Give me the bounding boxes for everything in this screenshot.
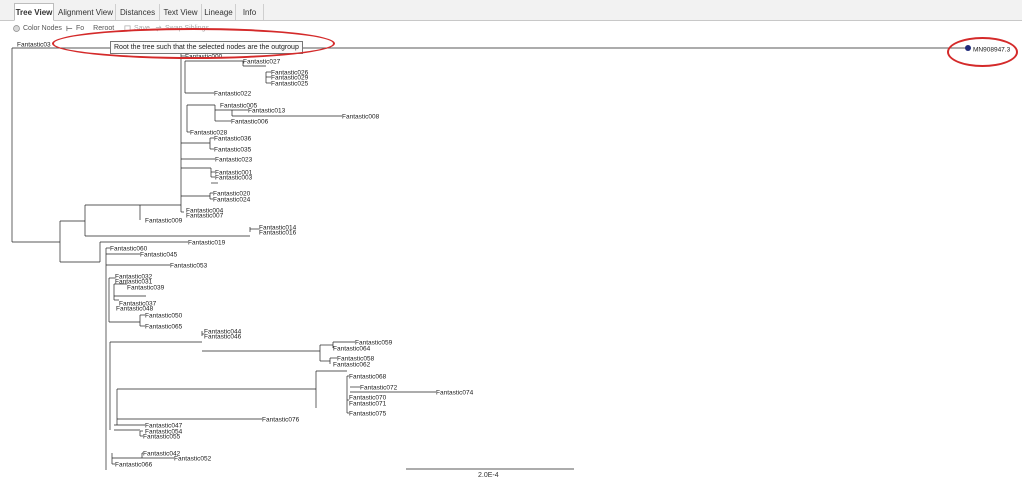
leaf-label[interactable]: Fantastic045 (140, 251, 178, 258)
leaf-label[interactable]: Fantastic062 (333, 361, 371, 368)
leaf-label[interactable]: Fantastic074 (436, 389, 474, 396)
phylogenetic-tree[interactable]: Fantastic000Fantastic027Fantastic026Fant… (0, 0, 1022, 481)
leaf-label[interactable]: Fantastic035 (214, 146, 252, 153)
leaf-label[interactable]: Fantastic046 (204, 333, 242, 340)
leaf-label[interactable]: Fantastic006 (231, 118, 269, 125)
leaf-label[interactable]: Fantastic036 (214, 135, 252, 142)
leaf-label[interactable]: Fantastic000 (185, 53, 223, 60)
leaf-label[interactable]: Fantastic023 (215, 156, 253, 163)
leaf-label[interactable]: Fantastic016 (259, 229, 297, 236)
leaf-label[interactable]: Fantastic050 (145, 312, 183, 319)
leaf-label[interactable]: Fantastic007 (186, 212, 224, 219)
leaf-label[interactable]: Fantastic076 (262, 416, 300, 423)
leaf-label[interactable]: Fantastic003 (215, 174, 253, 181)
leaf-label[interactable]: Fantastic053 (170, 262, 208, 269)
scale-bar-label: 2.0E-4 (478, 472, 499, 479)
selected-node-marker[interactable] (965, 45, 971, 51)
leaf-label[interactable]: Fantastic068 (349, 373, 387, 380)
leaf-label[interactable]: Fantastic065 (145, 323, 183, 330)
leaf-label[interactable]: Fantastic064 (333, 345, 371, 352)
leaf-label[interactable]: MN908947.3 (973, 46, 1011, 53)
leaf-label[interactable]: Fantastic009 (145, 217, 183, 224)
leaf-label[interactable]: Fantastic022 (214, 90, 252, 97)
leaf-label[interactable]: Fantastic066 (115, 461, 153, 468)
leaf-label[interactable]: Fantastic075 (349, 410, 387, 417)
leaf-label[interactable]: Fantastic027 (243, 58, 281, 65)
leaf-label[interactable]: Fantastic048 (116, 305, 154, 312)
leaf-label[interactable]: Fantastic072 (360, 384, 398, 391)
leaf-label[interactable]: Fantastic071 (349, 400, 387, 407)
leaf-label[interactable]: Fantastic019 (188, 239, 226, 246)
leaf-label[interactable]: Fantastic052 (174, 455, 212, 462)
leaf-label[interactable]: Fantastic03 (17, 41, 51, 48)
leaf-label[interactable]: Fantastic039 (127, 284, 165, 291)
leaf-label[interactable]: Fantastic055 (143, 433, 181, 440)
leaf-label[interactable]: Fantastic013 (248, 107, 286, 114)
leaf-label[interactable]: Fantastic025 (271, 80, 309, 87)
leaf-label[interactable]: Fantastic008 (342, 113, 380, 120)
leaf-label[interactable]: Fantastic024 (213, 196, 251, 203)
reroot-tooltip: Root the tree such that the selected nod… (110, 41, 303, 54)
